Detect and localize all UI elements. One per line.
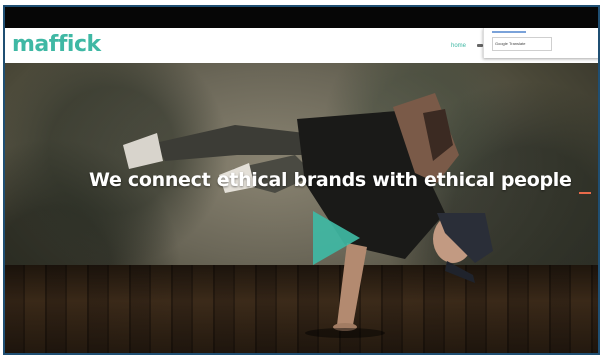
dancer-shadow	[305, 328, 385, 338]
play-icon[interactable]	[313, 211, 360, 265]
browser-top-bar	[5, 7, 598, 28]
hero-headline: We connect ethical brands with ethical p…	[89, 169, 572, 191]
dancer-cap-brim	[445, 261, 475, 283]
screen-frame: maffick home Google Translate We connect…	[3, 5, 600, 355]
dancer-shoe-left	[123, 133, 163, 169]
dancer-leg-back	[155, 125, 310, 161]
hero-section: We connect ethical brands with ethical p…	[5, 63, 598, 353]
breakdancer-illustration	[123, 93, 493, 338]
headline-accent-underline	[579, 192, 591, 194]
nav-link-home[interactable]: home	[451, 42, 466, 50]
translate-field[interactable]: Google Translate	[492, 37, 552, 51]
translate-dropdown[interactable]: Google Translate	[483, 28, 598, 58]
dropdown-tab-indicator	[492, 31, 526, 33]
site-logo[interactable]: maffick	[12, 32, 101, 58]
